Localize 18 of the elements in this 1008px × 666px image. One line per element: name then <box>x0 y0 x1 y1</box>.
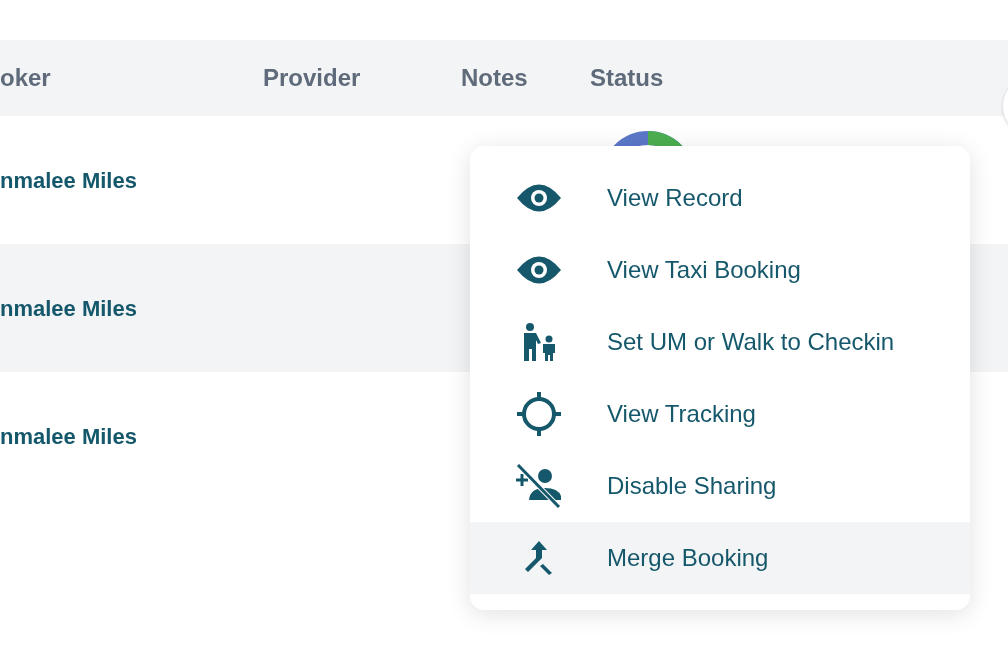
column-header: Status <box>590 64 664 91</box>
booker-name: nmalee Miles <box>0 422 137 451</box>
booker-name: nmalee Miles <box>0 294 137 323</box>
menu-item[interactable]: View Tracking <box>470 378 970 450</box>
column-header: Notes <box>461 64 528 91</box>
eye-icon <box>515 183 562 213</box>
column-header: Provider <box>263 64 361 91</box>
menu-item[interactable]: Merge Booking <box>470 522 970 594</box>
menu-item[interactable]: Set UM or Walk to Checkin <box>470 306 970 378</box>
menu-item[interactable]: View Taxi Booking <box>470 234 970 306</box>
booker-name: nmalee Miles <box>0 166 137 195</box>
menu-item[interactable]: Disable Sharing <box>470 450 970 522</box>
eye-icon <box>515 255 562 285</box>
menu-item[interactable]: View Record <box>470 162 970 234</box>
crosshair-icon <box>516 392 561 436</box>
merge-arrow-icon <box>524 541 553 575</box>
person-slash-icon <box>515 464 562 508</box>
column-header: oker <box>0 64 51 91</box>
